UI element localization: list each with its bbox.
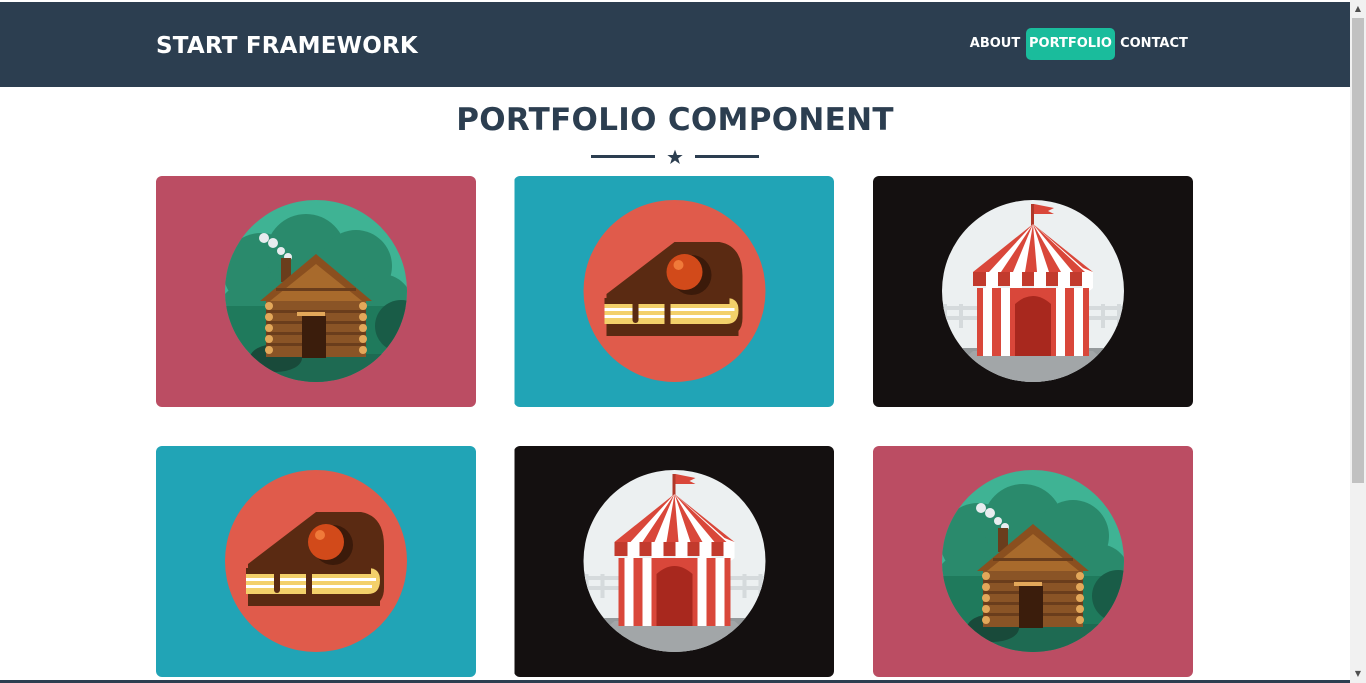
- scroll-down-arrow-icon[interactable]: ▼: [1352, 667, 1364, 681]
- scroll-up-arrow-icon[interactable]: ▲: [1352, 2, 1364, 16]
- navbar: START FRAMEWORK ABOUT PORTFOLIO CONTACT: [0, 2, 1350, 87]
- circus-tent-icon: [514, 446, 834, 677]
- portfolio-item-circus[interactable]: [514, 446, 834, 677]
- portfolio-item-cabin[interactable]: [156, 176, 476, 407]
- portfolio-item-circus[interactable]: [873, 176, 1193, 407]
- portfolio-item-cake[interactable]: [514, 176, 834, 407]
- portfolio-item-cake[interactable]: [156, 446, 476, 677]
- nav-menu: ABOUT PORTFOLIO CONTACT: [0, 28, 1350, 60]
- cabin-icon: [873, 446, 1193, 677]
- nav-item-portfolio[interactable]: PORTFOLIO: [1026, 28, 1115, 60]
- portfolio-item-cabin[interactable]: [873, 446, 1193, 677]
- cabin-icon: [156, 176, 476, 407]
- cake-icon: [156, 446, 476, 677]
- scrollbar-thumb[interactable]: [1352, 18, 1364, 483]
- title-divider: [590, 148, 760, 166]
- section-title: PORTFOLIO COMPONENT: [456, 102, 894, 138]
- divider-line-left: [591, 155, 655, 158]
- cake-icon: [514, 176, 834, 407]
- nav-item-about[interactable]: ABOUT: [965, 28, 1025, 60]
- circus-tent-icon: [873, 176, 1193, 407]
- divider-line-right: [695, 155, 759, 158]
- star-icon: [667, 149, 683, 164]
- nav-item-contact[interactable]: CONTACT: [1117, 28, 1191, 60]
